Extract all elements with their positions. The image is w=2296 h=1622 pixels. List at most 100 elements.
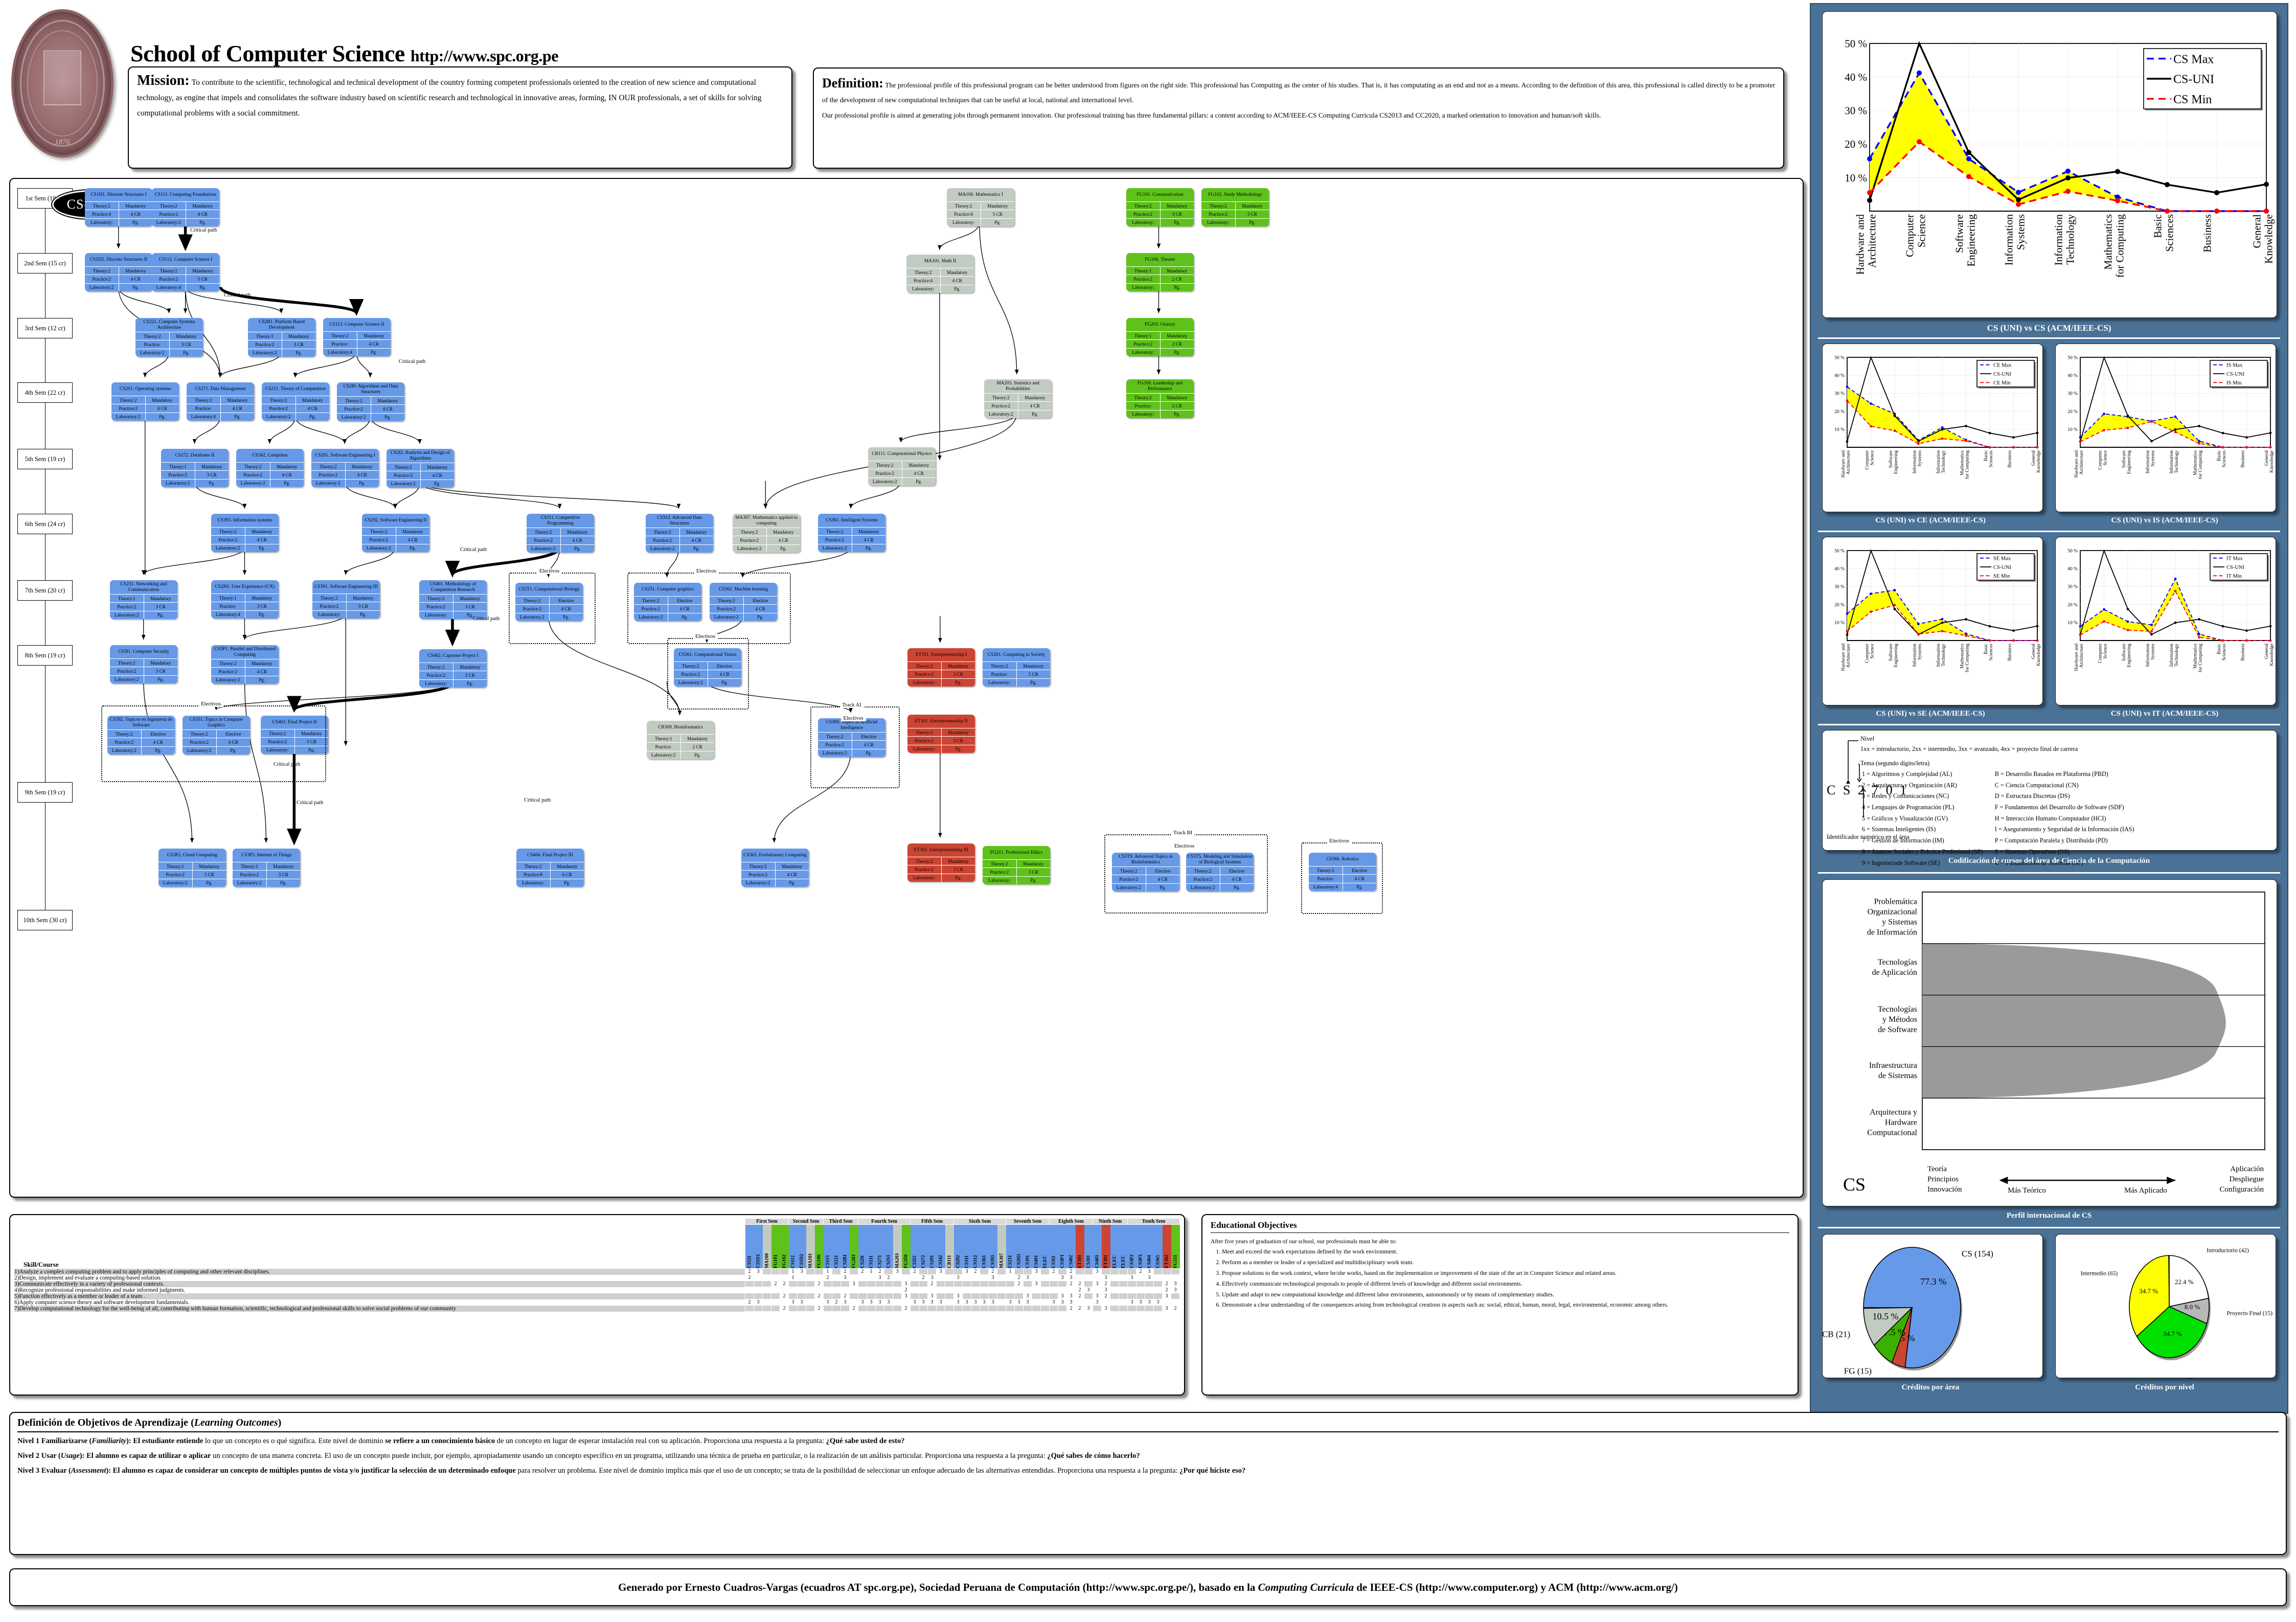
l2-head-it: Usage <box>60 1452 80 1460</box>
course-card-cs365[interactable]: CS365. Evolutionary Computing Theory:2 Man… <box>741 849 809 887</box>
course-card-cs1d2[interactable]: CS1D2. Discrete Structures II Theory:2 Man… <box>85 253 152 291</box>
course-row-lab: Laboratory: Pg. <box>907 744 975 753</box>
svg-text:CE Max: CE Max <box>1993 362 2012 368</box>
course-card-fg203[interactable]: FG203. Oratory Theory:1 Mandatory Practice:… <box>1126 318 1194 356</box>
course-card-fg106[interactable]: FG106. Theater Theory:1 Mandatory Practice:… <box>1126 253 1194 291</box>
critical-path-label-8: Critical path <box>524 797 551 803</box>
course-card-cs2s1[interactable]: CS2S1. Operating systems Theory:2 Mandator… <box>111 382 179 421</box>
course-row-practice: Practice:6 5 CR <box>947 210 1014 218</box>
skills-semester-header-7: Seventh Sem <box>1006 1218 1050 1225</box>
course-card-cb309[interactable]: CB309. Bioinformatics Theory:1 Mandatory Pr… <box>647 721 714 759</box>
course-card-cs3p3[interactable]: CS3P3. Internet of Things Theory:1 Mandato… <box>233 849 300 887</box>
skills-cell <box>1171 1274 1180 1281</box>
right-analytics-column: 10 % 20 % 30 % 40 % 50 % Hardware and Architec… <box>1810 3 2288 1414</box>
skills-course-header-fg350: FG350 <box>901 1224 911 1269</box>
course-card-cs2h1[interactable]: CS2H1. User Experience (UX) Theory:1 Manda… <box>211 580 279 619</box>
skills-cell <box>1040 1274 1050 1281</box>
course-card-fg101[interactable]: FG101. Communication Theory:2 Mandatory Pra… <box>1126 188 1194 226</box>
course-card-cs272[interactable]: CS272. Databases II Theory:1 Mandatory Prac… <box>161 449 229 487</box>
course-card-ma307[interactable]: MA307. Mathematics applied to computing T… <box>733 514 800 553</box>
course-card-cs2i0[interactable]: CS2I0. Algorithms and Data Structures The… <box>337 382 404 421</box>
legend-row: 1 = Algoritmos y Complejidad (AL) B = Des… <box>1861 769 2145 780</box>
course-row-lab: Laboratory:2 Pg. <box>211 675 279 684</box>
course-name: CS342. Compilers <box>252 452 288 458</box>
svg-text:Information: Information <box>2052 214 2064 266</box>
course-card-cs231[interactable]: CS231. Networking and Communication Theor… <box>110 580 177 619</box>
course-pg: Pg. <box>564 880 571 886</box>
course-card-cs342[interactable]: CS342. Compilers Theory:2 Mandatory Practic… <box>236 449 304 487</box>
skills-cell <box>1110 1274 1119 1281</box>
course-card-cs221[interactable]: CS221. Computer Systems Architecture Theo… <box>135 318 203 357</box>
course-name: CS2S1. Operating systems <box>119 386 171 392</box>
elective-group-graphics-ml-label: Electivos <box>694 568 719 574</box>
course-card-et301[interactable]: ET301. Entrepreneurship II Theory:2 Mandat… <box>907 715 975 753</box>
course-card-cs291[interactable]: CS291. Software Engineering I Theory:2 Man… <box>311 449 379 487</box>
course-card-cs112[interactable]: CS112. Computer Science I Theory:2 Mandato… <box>152 253 219 291</box>
course-card-cs391[interactable]: CS391. Software Engineering III Theory:2 M… <box>312 580 380 619</box>
course-card-cb111[interactable]: CB111. Computational Physics Theory:2 Mand… <box>868 447 936 486</box>
skills-cell <box>884 1305 893 1312</box>
course-card-ma100[interactable]: MA100. Mathematics I Theory:2 Mandatory Pra… <box>947 188 1014 226</box>
course-card-cs393[interactable]: CS393. Information systems Theory:2 Mandat… <box>211 514 279 552</box>
skills-cell <box>910 1281 919 1287</box>
course-card-cs3p1[interactable]: CS3P1. Parallel and Distributed Computin… <box>211 645 279 684</box>
course-row-theory: Theory:2 Mandatory <box>85 201 152 210</box>
course-card-cs3p2[interactable]: CS3P2. Cloud Computing Theory:1 Mandatory P… <box>158 849 226 887</box>
course-card-fg102[interactable]: FG102. Study Methodology Theory:2 Mandator… <box>1201 188 1269 226</box>
course-card-cs2b1[interactable]: CS2B1. Platform Based Development Theory:… <box>248 318 315 357</box>
skills-cell <box>771 1299 780 1306</box>
course-name: CS2B1. Platform Based Development <box>259 319 305 330</box>
course-credits: 4 CR <box>952 278 962 283</box>
course-card-cs111[interactable]: CS111. Computing Foundations Theory:2 Mand… <box>152 188 219 226</box>
course-card-cs401[interactable]: CS401. Methodology of Computation Resear… <box>419 580 487 619</box>
skills-semester-header-4: Fourth Sem <box>858 1218 911 1225</box>
skills-cell: 3 <box>1162 1305 1171 1312</box>
critical-path-label-5: Critical path <box>473 616 500 622</box>
course-pg: Pg. <box>780 546 787 552</box>
course-card-ma203[interactable]: MA203. Statistics and Probabilities Theor… <box>984 379 1052 418</box>
svg-text:30 %: 30 % <box>2067 392 2078 397</box>
course-name: CS271. Data Management <box>195 386 246 392</box>
course-card-cs402[interactable]: CS402. Capstone Project I Theory:2 Mandato… <box>419 649 487 688</box>
course-row-lab: Laboratory:2 Pg. <box>818 543 885 552</box>
course-card-cs3i1[interactable]: CS3I1. Computer Security Theory:2 Mandator… <box>110 645 177 683</box>
course-card-ma101[interactable]: MA101. Math II Theory:2 Mandatory Practice:… <box>906 255 974 293</box>
skills-cell: 3 <box>1101 1274 1110 1281</box>
course-card-cs292[interactable]: CS292. Software Engineering II Theory:2 Ma… <box>362 514 429 552</box>
course-card-cs311[interactable]: CS311. Competitive Programming Theory:2 Ma… <box>527 514 594 553</box>
course-card-cs271[interactable]: CS271. Data Management Theory:2 Mandatory P… <box>187 382 254 421</box>
course-row-theory: Theory:2 Mandatory <box>337 396 404 405</box>
skills-cell <box>1153 1268 1163 1275</box>
skills-cell: 2 <box>745 1268 754 1275</box>
course-card-cs113[interactable]: CS113. Computer Science II Theory:2 Mandat… <box>323 318 391 356</box>
course-credits: 3 CR <box>293 341 304 347</box>
course-card-cs361b[interactable]: CS361. Intelligent Systems Theory:2 Mandat… <box>818 514 885 552</box>
course-card-cs404[interactable]: CS404. Final Project III Theory:2 Mandator… <box>516 849 584 887</box>
course-card-cs211[interactable]: CS211. Theory of Computation Theory:2 Mand… <box>262 382 329 421</box>
learning-outcomes-panel: Definición de Objetivos de Aprendizaje (… <box>9 1412 2287 1555</box>
svg-text:Architecture: Architecture <box>1846 450 1851 474</box>
course-row-practice: Practice:2 2 CR <box>1126 339 1194 348</box>
course-card-fg350[interactable]: FG350. Leadership and Performance Theory:… <box>1126 379 1194 418</box>
course-card-fg211[interactable]: FG211. Professional Ethics Theory:2 Mandat… <box>983 846 1050 884</box>
course-practice: Practice: <box>135 340 170 349</box>
skills-cell <box>797 1293 806 1299</box>
course-name: CS111. Computing Foundations <box>154 192 217 197</box>
course-card-et302[interactable]: ET302. Entrepreneurship III Theory:2 Manda… <box>907 843 975 882</box>
course-card-cs312[interactable]: CS312. Advanced Data Structures Theory:2 M… <box>646 514 713 553</box>
course-card-cs2i2[interactable]: CS2I2. Analysis and Design of Algorithms… <box>387 449 454 488</box>
course-laboratory: Laboratory:2 <box>984 410 1018 418</box>
skills-cell <box>1119 1274 1128 1281</box>
course-row-theory: Theory:1 Mandatory <box>158 862 226 871</box>
course-row-lab: Laboratory: Pg. <box>947 218 1014 226</box>
course-card-et101[interactable]: ET101. Entrepreneurship I Theory:2 Mandato… <box>907 648 975 687</box>
course-card-cs281[interactable]: CS281. Computing in Society Theory:2 Manda… <box>983 648 1050 687</box>
course-name: CS221. Computer Systems Architecture <box>143 319 195 330</box>
svg-text:Hardware and: Hardware and <box>1841 644 1846 671</box>
course-card-cs1d1[interactable]: CS1D1. Discrete Structures I Theory:2 Mand… <box>85 188 152 226</box>
skills-cell: 2 <box>875 1268 884 1275</box>
course-practice: Practice:2 <box>211 668 245 676</box>
skills-cell <box>1006 1287 1015 1293</box>
svg-text:20 %: 20 % <box>1834 603 1845 608</box>
skills-cell <box>1093 1287 1102 1293</box>
